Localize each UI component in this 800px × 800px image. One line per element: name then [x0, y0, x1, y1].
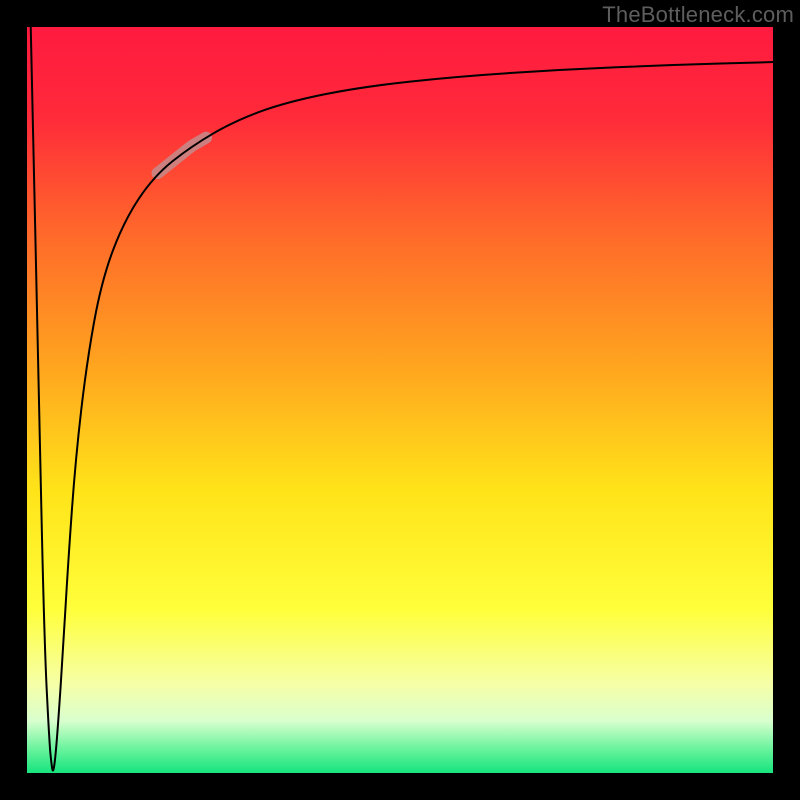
plot-background — [27, 27, 773, 773]
chart-stage: TheBottleneck.com — [0, 0, 800, 800]
bottleneck-chart — [0, 0, 800, 800]
